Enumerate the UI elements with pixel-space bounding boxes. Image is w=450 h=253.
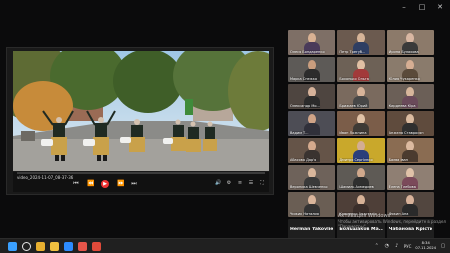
player-right-controls: 🔊 ⚙ ≡ ☰ ⛶ — [215, 180, 265, 186]
participant-tile[interactable]: Юлия Чукаренко — [386, 57, 434, 82]
forward-icon[interactable]: ⏩ — [117, 181, 124, 187]
participant-tile[interactable]: Ирина Булахова — [386, 30, 434, 55]
explorer-icon[interactable] — [50, 242, 59, 251]
participant-tile[interactable]: Вадим Т... — [288, 111, 336, 136]
participant-name: Вероника Шевченко — [290, 185, 328, 189]
participant-name: Абасова Дар'я — [290, 158, 317, 162]
windows-start-icon[interactable] — [8, 242, 17, 251]
participant-tile[interactable]: Чижик Наталия — [288, 192, 336, 217]
participant-name: Олеся Бондаренко — [290, 50, 325, 54]
participant-name: Шамиль Ахмедиев — [339, 185, 374, 189]
participant-tile[interactable]: Вероника Шевченко — [288, 165, 336, 190]
clock[interactable]: 8:34 07.11.2024 — [415, 241, 436, 251]
language-indicator[interactable]: РУС — [404, 244, 412, 249]
participant-name: Баєва Іван — [388, 158, 408, 162]
video-player: video_2024-11-07_08-37-36 ⏮ ⏪ ▶ ⏩ ⏭ 🔊 ⚙ … — [6, 47, 274, 195]
participant-tile[interactable]: Олеся Бондаренко — [288, 30, 336, 55]
participant-name: Брижаев Юрий — [339, 104, 368, 108]
participant-tile[interactable]: Анжела Ставросян — [386, 111, 434, 136]
desktop-screen: – □ ✕ video_2024-11-07_08-37-36 ⏮ ⏪ ▶ ⏩ … — [0, 0, 450, 253]
participant-name: Кирдеева Кіра — [388, 104, 416, 108]
participant-name: Марка Снежко — [290, 77, 318, 81]
chrome-icon[interactable] — [36, 242, 45, 251]
fullscreen-icon[interactable]: ⛶ — [259, 180, 265, 186]
volume-tray-icon[interactable]: ♪ — [394, 243, 400, 249]
settings-icon[interactable]: ⚙ — [226, 180, 232, 186]
participant-tile[interactable]: Иван Ложнина — [337, 111, 385, 136]
maximize-icon[interactable]: □ — [418, 3, 426, 11]
participant-tile[interactable]: Елена Глебова — [386, 165, 434, 190]
notifications-icon[interactable]: ▢ — [440, 243, 446, 249]
windows-activation-watermark: Активация Windows Чтобы активировать Win… — [338, 214, 448, 230]
volume-icon[interactable]: 🔊 — [215, 180, 221, 186]
zoom-icon[interactable] — [64, 242, 73, 251]
participant-tile[interactable]: Кирдеева Кіра — [386, 84, 434, 109]
participant-name: Юлия Чукаренко — [388, 77, 420, 81]
play-icon[interactable]: ▶ — [101, 180, 109, 188]
clock-date: 07.11.2024 — [415, 246, 436, 250]
participant-name: Петр Трегуб... — [339, 50, 366, 54]
file-name: video_2024-11-07_08-37-36 — [17, 175, 74, 180]
taskbar: ⌃ ◔ ♪ РУС 8:34 07.11.2024 ▢ — [0, 238, 450, 253]
participant-name: Вадим Т... — [290, 131, 309, 135]
playback-controls: ⏮ ⏪ ▶ ⏩ ⏭ — [73, 180, 137, 188]
rewind-icon[interactable]: ⏪ — [87, 181, 94, 187]
participant-tile[interactable]: Абасова Дар'я — [288, 138, 336, 163]
video-scene — [13, 51, 269, 171]
player-control-bar: video_2024-11-07_08-37-36 ⏮ ⏪ ▶ ⏩ ⏭ 🔊 ⚙ … — [13, 172, 269, 192]
minimize-icon[interactable]: – — [400, 3, 408, 11]
media-player-icon[interactable] — [78, 242, 87, 251]
network-icon[interactable]: ◔ — [384, 243, 390, 249]
participant-name: Ирина Булахова — [388, 50, 419, 54]
subtitles-icon[interactable]: ≡ — [237, 180, 243, 186]
video-frame[interactable] — [13, 51, 269, 171]
participant-tile[interactable]: Баєва Іван — [386, 138, 434, 163]
participant-tile[interactable]: Шамиль Ахмедиев — [337, 165, 385, 190]
window-controls: – □ ✕ — [400, 3, 444, 11]
playlist-icon[interactable]: ☰ — [248, 180, 254, 186]
participant-tile[interactable]: Петр Трегуб... — [337, 30, 385, 55]
participant-name: Бохонько Ольга — [339, 77, 369, 81]
participant-tile[interactable]: Бохонько Ольга — [337, 57, 385, 82]
participant-name: Иван Ложнина — [339, 131, 367, 135]
participant-name: Чижик Наталия — [290, 212, 319, 216]
participant-tile[interactable]: Брижаев Юрий — [337, 84, 385, 109]
participant-name: Анжела Ставросян — [388, 131, 424, 135]
zoom-gallery: Олеся Бондаренко Петр Трегуб... Ирина Була… — [288, 30, 434, 244]
participant-tile[interactable]: Олександр Мо... — [288, 84, 336, 109]
participant-name: Елена Глебова — [388, 185, 416, 189]
search-icon[interactable] — [22, 242, 31, 251]
chevron-up-icon[interactable]: ⌃ — [374, 243, 380, 249]
participant-name: Олександр Мо... — [290, 104, 320, 108]
yandex-icon[interactable] — [92, 242, 101, 251]
participant-display-name: Herman Yakovliev — [290, 227, 334, 232]
participant-tile[interactable]: Марка Снежко — [288, 57, 336, 82]
system-tray: ⌃ ◔ ♪ РУС 8:34 07.11.2024 ▢ — [374, 241, 446, 251]
close-icon[interactable]: ✕ — [436, 3, 444, 11]
seek-bar[interactable] — [17, 172, 265, 174]
next-icon[interactable]: ⏭ — [131, 181, 137, 187]
participant-tile[interactable]: Дмитро Сергієнко — [337, 138, 385, 163]
prev-icon[interactable]: ⏮ — [73, 181, 79, 187]
watermark-text: Чтобы активировать Windows, перейдите в … — [338, 219, 446, 229]
participant-name: Дмитро Сергієнко — [339, 158, 373, 162]
